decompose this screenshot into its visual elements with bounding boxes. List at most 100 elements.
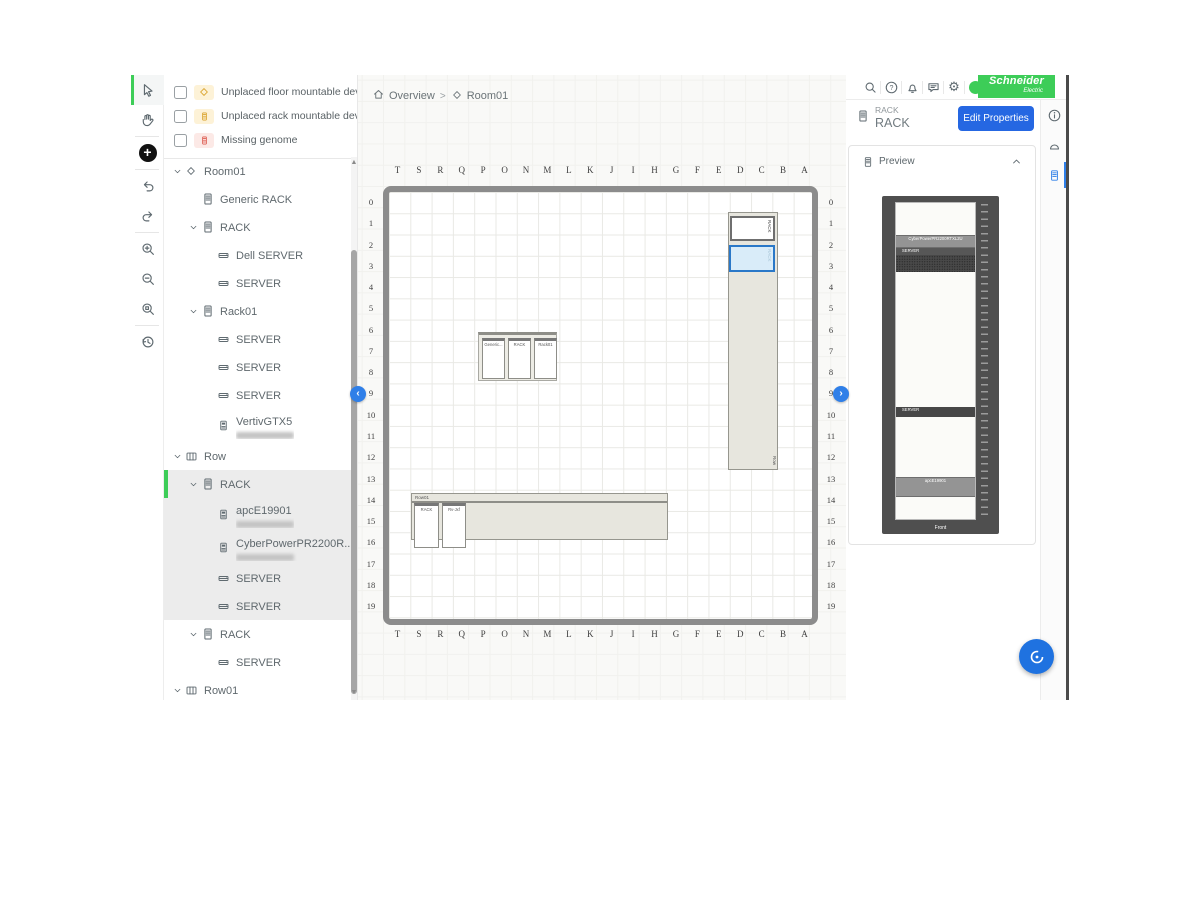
floor-rack-rack01[interactable]: Rack01 [534,338,557,379]
row-number: 2 [364,240,378,250]
floor-rack-generic[interactable]: Generic... [482,338,505,379]
tree-item-server[interactable]: SERVER [164,325,352,353]
column-letter: Q [454,165,470,175]
rack-device-icon [194,109,214,124]
row-label: Row01 [415,495,429,500]
tree-item-dell-server[interactable]: Dell SERVER [164,241,352,269]
tree-item-rack[interactable]: RACK [164,470,352,498]
cursor-tool-button[interactable] [131,75,164,105]
tree-item-server[interactable]: SERVER [164,269,352,297]
row-number: 5 [824,303,838,313]
chevron-down-icon[interactable] [188,306,201,317]
search-icon[interactable] [860,77,880,97]
info-icon[interactable] [1041,100,1067,130]
chevron-down-icon[interactable] [172,685,185,696]
tree-item-label: Room01 [204,166,246,178]
row-number: 19 [364,601,378,611]
tree-item-row01[interactable]: Row01 [164,676,352,700]
device-label: SERVER [896,407,975,414]
column-letter: M [539,629,555,639]
tree-scrollbar-thumb[interactable] [351,250,357,694]
collapse-right-panel-button[interactable]: › [833,386,849,402]
breadcrumb-overview[interactable]: Overview [372,88,435,104]
hand-tool-button[interactable] [131,105,164,135]
alarm-icon[interactable] [1041,130,1067,160]
tree-item-server[interactable]: SERVER [164,353,352,381]
redo-tool-button[interactable] [131,201,164,231]
zoom-in-tool-button[interactable] [131,234,164,264]
undo-tool-button[interactable] [131,171,164,201]
rack-device-apce19901[interactable]: apcE19901 [896,477,975,498]
floor-row-middle[interactable]: Generic... RACK Rack01 [478,332,557,381]
floor-rack-selected[interactable]: RACK [729,245,775,272]
rack-icon [856,109,870,128]
notifications-bell-icon[interactable] [902,77,922,97]
tree-item-rack[interactable]: RACK [164,213,352,241]
floor-row01[interactable]: Row01 RACK Rv-Jxf [411,493,668,540]
chevron-down-icon[interactable] [172,451,185,462]
row-number: 8 [824,367,838,377]
device-tree: Room01Generic RACKRACKDell SERVERSERVERR… [164,157,352,700]
breadcrumb-room[interactable]: Room01 [451,89,509,104]
tree-item-vertivgtx5[interactable]: VertivGTX5 [164,409,352,442]
device-label: SERVER [896,248,975,255]
collapse-left-panel-button[interactable]: ‹ [350,386,366,402]
settings-gear-icon[interactable]: ⚙ [944,77,964,97]
breadcrumb-separator: > [440,91,446,102]
filters-section: Unplaced floor mountable devicesUnplaced… [164,75,357,152]
floor-rack[interactable]: Rv-Jxf [442,503,466,548]
floor-rack[interactable]: RACK [508,338,531,379]
column-letter: I [625,629,641,639]
rack-device-cyberpowerpr2200rtxl2u[interactable]: CyberPowerPR2200RTXL2U [896,235,975,249]
chevron-down-icon[interactable] [188,222,201,233]
checkbox[interactable] [174,134,187,147]
selection-name: RACK [875,116,910,130]
tree-item-row[interactable]: Row [164,442,352,470]
assistant-fab-button[interactable] [1019,639,1054,674]
row-number: 15 [364,516,378,526]
tree-item-rack[interactable]: RACK [164,620,352,648]
history-tool-button[interactable] [131,327,164,357]
chevron-down-icon[interactable] [188,629,201,640]
tree-item-room01[interactable]: Room01 [164,157,352,185]
tree-scrollbar[interactable] [351,157,357,700]
tree-item-server[interactable]: SERVER [164,564,352,592]
rack-view-icon[interactable] [1041,160,1067,190]
tree-item-rack01[interactable]: Rack01 [164,297,352,325]
chevron-down-icon[interactable] [172,166,185,177]
scroll-down-icon[interactable]: ▼ [350,689,358,696]
column-letter: M [539,165,555,175]
feedback-icon[interactable] [923,77,943,97]
logo-line2: Electric [978,88,1055,94]
chevron-down-icon[interactable] [188,479,201,490]
rack-device-server[interactable]: SERVER [896,407,975,416]
tree-item-server[interactable]: SERVER [164,592,352,620]
rack-icon [201,627,216,641]
floor-rack-white[interactable]: RACK [730,216,775,241]
column-letter: E [711,629,727,639]
scroll-up-icon[interactable]: ▲ [350,159,358,166]
zoom-fit-tool-button[interactable] [131,294,164,324]
checkbox[interactable] [174,110,187,123]
add-tool-button[interactable]: + [131,138,164,168]
chevron-up-icon[interactable] [1010,155,1023,173]
filter-label: Unplaced floor mountable devices [221,86,358,98]
filter-label: Missing genome [221,134,297,146]
help-icon[interactable]: ? [881,77,901,97]
column-letter: R [432,165,448,175]
logo-line1: Schneider [978,75,1055,88]
tree-item-server[interactable]: SERVER [164,381,352,409]
edit-properties-button[interactable]: Edit Properties [958,106,1034,131]
filter-row-missing-genome: Missing genome [164,128,357,152]
tree-item-server[interactable]: SERVER [164,648,352,676]
server-icon [217,572,232,585]
tree-item-apce19901[interactable]: apcE19901 [164,498,352,531]
rack-device-server[interactable]: SERVER [896,248,975,272]
column-letter: B [775,165,791,175]
checkbox[interactable] [174,86,187,99]
floor-rack[interactable]: RACK [414,503,439,548]
zoom-out-tool-button[interactable] [131,264,164,294]
tree-item-cyberpowerpr2200r[interactable]: CyberPowerPR2200R... [164,531,352,564]
tree-item-generic-rack[interactable]: Generic RACK [164,185,352,213]
column-letter: C [754,629,770,639]
